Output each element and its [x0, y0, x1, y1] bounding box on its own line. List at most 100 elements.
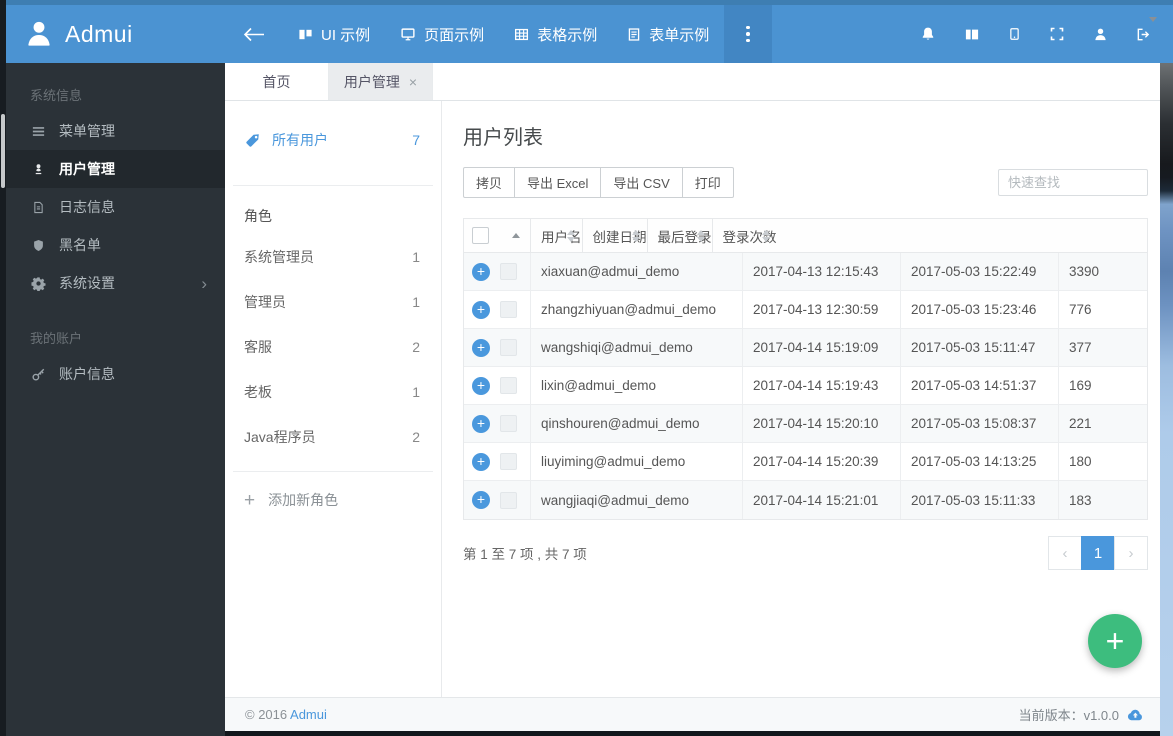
add-role-button[interactable]: + 添加新角色: [244, 490, 422, 510]
navbar-icon-button[interactable]: [906, 5, 950, 63]
navbar-menu-item[interactable]: 表单示例: [612, 5, 724, 63]
cell-created: 2017-04-14 15:20:39: [743, 443, 901, 480]
expand-row-button[interactable]: +: [472, 300, 490, 319]
row-checkbox[interactable]: [500, 491, 517, 509]
pagination: ‹ 1 ›: [1048, 536, 1148, 570]
sidebar-section-label: 系统信息: [30, 88, 83, 103]
admin-page: Admui UI 示例 页面示例 表格示例 表单示例 系统信息 菜单管理 用户管…: [0, 0, 1173, 736]
navbar-icon-button[interactable]: [950, 5, 994, 63]
divider: [233, 471, 433, 472]
navbar-menu-item[interactable]: 表格示例: [499, 5, 612, 63]
expand-row-button[interactable]: +: [472, 491, 490, 509]
plus-icon: +: [1105, 623, 1125, 659]
sidebar-item[interactable]: 菜单管理 ›: [6, 112, 225, 150]
sort-asc-icon: [512, 232, 520, 238]
select-all-header[interactable]: [464, 219, 531, 252]
navbar-icon-button[interactable]: [1122, 5, 1165, 63]
navbar-icon-button[interactable]: [994, 5, 1035, 63]
navbar-icon-button[interactable]: [1079, 5, 1122, 63]
sidebar-item[interactable]: 黑名单 ›: [6, 226, 225, 264]
sidebar-item[interactable]: 用户管理 ›: [6, 150, 225, 188]
prev-page-button[interactable]: ‹: [1048, 536, 1082, 570]
add-user-fab[interactable]: +: [1088, 614, 1142, 668]
user-icon: [1093, 27, 1108, 42]
row-checkbox[interactable]: [500, 415, 517, 432]
navbar-icon-button[interactable]: [1035, 5, 1079, 63]
back-button[interactable]: [225, 5, 283, 63]
all-users-filter[interactable]: 所有用户 7: [244, 125, 420, 155]
cell-login-count: 377: [1069, 340, 1092, 355]
role-count: 2: [412, 428, 420, 445]
column-header[interactable]: 创建日期: [583, 219, 648, 252]
toolbar-button[interactable]: 拷贝: [463, 167, 516, 198]
all-users-count: 7: [412, 132, 420, 148]
right-background-strip[interactable]: [1160, 63, 1173, 736]
sidebar-item[interactable]: 系统设置 ›: [6, 264, 225, 302]
role-item[interactable]: 管理员 1: [244, 279, 420, 324]
tab-list-caret-icon[interactable]: [1149, 17, 1157, 22]
column-header[interactable]: 最后登录: [648, 219, 713, 252]
toolbar-button[interactable]: 打印: [681, 167, 734, 198]
role-item[interactable]: Java程序员 2: [244, 414, 420, 459]
expand-row-button[interactable]: +: [472, 262, 490, 281]
page-title: 用户列表: [463, 127, 543, 149]
brand[interactable]: Admui: [6, 19, 225, 49]
footer-brand-link[interactable]: Admui: [290, 707, 327, 722]
sidebar-item[interactable]: 账户信息 ›: [6, 355, 225, 393]
expand-row-button[interactable]: +: [472, 376, 490, 395]
tag-icon: [244, 132, 261, 149]
column-header[interactable]: 登录次数: [713, 219, 777, 252]
next-page-button[interactable]: ›: [1114, 536, 1148, 570]
page-1-button[interactable]: 1: [1081, 536, 1115, 570]
navbar-menu-item-label: UI 示例: [321, 26, 371, 44]
cloud-upload-icon[interactable]: [1127, 707, 1144, 722]
sidebar-item-label: 菜单管理: [59, 123, 115, 139]
key-icon: [30, 367, 46, 382]
table-header: 用户名 创建日期 最后登录 登录次数: [463, 218, 1148, 253]
sort-icons: [696, 229, 705, 242]
form-icon: [627, 27, 641, 42]
row-checkbox[interactable]: [500, 339, 517, 356]
expand-row-button[interactable]: +: [472, 338, 490, 357]
select-all-checkbox[interactable]: [472, 227, 489, 244]
cell-login-count: 183: [1069, 492, 1092, 508]
back-arrow-icon: [243, 26, 265, 43]
row-checkbox[interactable]: [500, 377, 517, 394]
cell-created: 2017-04-14 15:21:01: [743, 481, 901, 519]
role-item[interactable]: 系统管理员 1: [244, 234, 420, 279]
navbar-menu-item[interactable]: UI 示例: [283, 5, 385, 63]
table-toolbar: 拷贝 导出 Excel 导出 CSV 打印: [463, 167, 1148, 198]
more-menu-button[interactable]: [724, 5, 773, 63]
column-header[interactable]: 用户名: [531, 219, 583, 252]
role-item[interactable]: 老板 1: [244, 369, 420, 414]
sidebar-item-label: 黑名单: [59, 237, 101, 253]
role-item[interactable]: 客服 2: [244, 324, 420, 369]
pagination-info: 第 1 至 7 项 , 共 7 项: [463, 547, 587, 562]
toolbar-button[interactable]: 导出 Excel: [514, 167, 602, 198]
toolbar-button[interactable]: 导出 CSV: [600, 167, 683, 198]
sidebar-item[interactable]: 日志信息 ›: [6, 188, 225, 226]
roles-heading: 角色: [244, 208, 272, 224]
row-checkbox[interactable]: [500, 453, 517, 470]
table-icon: [514, 27, 529, 42]
expand-row-button[interactable]: +: [472, 414, 490, 433]
search-input[interactable]: [998, 169, 1148, 196]
main-content: 用户列表 拷贝导出 Excel导出 CSV打印 用户名 创建日: [442, 101, 1160, 697]
left-scrollbar-thumb[interactable]: [1, 114, 5, 188]
expand-row-button[interactable]: +: [472, 452, 490, 471]
cell-last-login: 2017-05-03 15:08:37: [901, 405, 1059, 442]
tab[interactable]: 用户管理 ×: [329, 63, 433, 100]
navbar: Admui UI 示例 页面示例 表格示例 表单示例: [6, 0, 1173, 63]
cell-username: xiaxuan@admui_demo: [531, 253, 743, 290]
tab[interactable]: 首页 ×: [225, 63, 329, 100]
user-manage-icon: [30, 162, 46, 177]
navbar-menu: UI 示例 页面示例 表格示例 表单示例: [283, 5, 724, 63]
row-controls: +: [464, 291, 531, 328]
close-icon[interactable]: ×: [409, 74, 417, 90]
navbar-menu-item-label: 表格示例: [537, 26, 598, 44]
cell-login-count: 776: [1069, 302, 1092, 317]
row-checkbox[interactable]: [500, 263, 517, 280]
navbar-menu-item[interactable]: 页面示例: [385, 5, 499, 63]
row-checkbox[interactable]: [500, 301, 517, 318]
role-name: 客服: [244, 338, 272, 355]
